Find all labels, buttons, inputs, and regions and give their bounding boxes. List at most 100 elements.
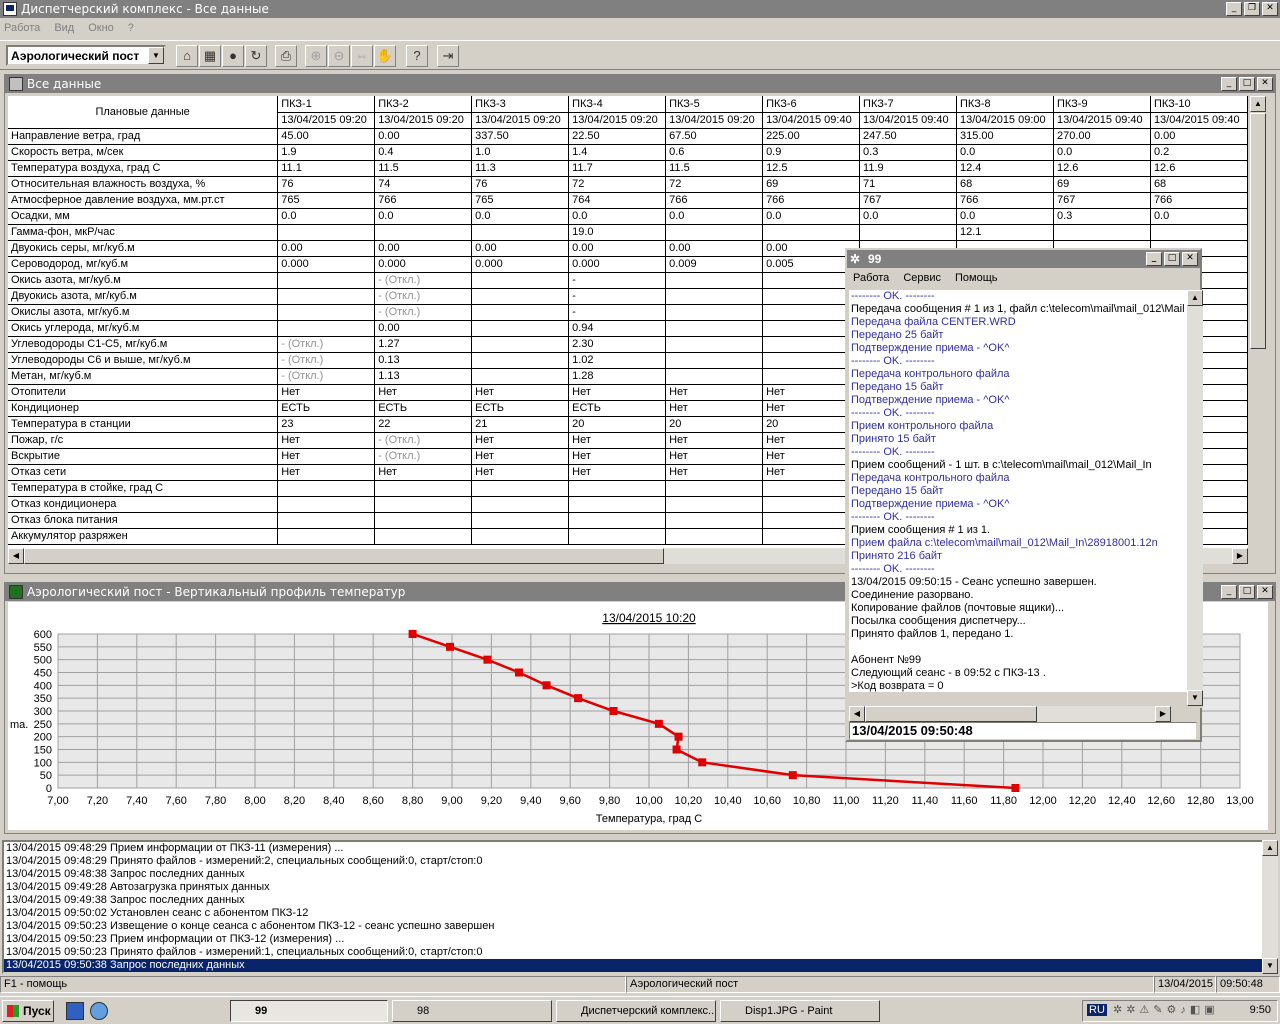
scroll-up-icon[interactable]: ▲ bbox=[1250, 96, 1266, 112]
comm-menu-service[interactable]: Сервис bbox=[903, 272, 941, 284]
scroll-thumb[interactable] bbox=[1250, 113, 1266, 349]
scroll-left-icon[interactable]: ◀ bbox=[849, 706, 865, 722]
scroll-down-icon[interactable]: ▼ bbox=[1262, 958, 1278, 974]
row-label: Отказ блока питания bbox=[8, 512, 279, 529]
table-cell bbox=[374, 512, 473, 529]
comm-log-line: Принято файлов 1, передано 1. bbox=[851, 628, 1014, 640]
desktop-icon[interactable] bbox=[66, 1002, 84, 1020]
table-cell: 0.00 bbox=[374, 128, 473, 145]
log-line[interactable]: 13/04/2015 09:49:28 Автозагрузка приняты… bbox=[4, 881, 1262, 894]
data-point bbox=[483, 655, 492, 664]
maximize-button[interactable]: □ bbox=[1239, 585, 1255, 599]
language-indicator[interactable]: RU bbox=[1087, 1004, 1107, 1016]
comm-vscrollbar[interactable]: ▲ ▼ bbox=[1187, 290, 1203, 708]
context-help-icon[interactable]: ? bbox=[406, 45, 428, 67]
comm-menu-help[interactable]: Помощь bbox=[955, 272, 998, 284]
zoom-in-icon[interactable]: ⊕ bbox=[305, 45, 327, 67]
close-button[interactable]: ✕ bbox=[1182, 252, 1198, 266]
comm-log-line: -------- OK. -------- bbox=[851, 511, 935, 523]
table-cell: 0.000 bbox=[471, 256, 570, 273]
log-line[interactable]: 13/04/2015 09:48:29 Прием информации от … bbox=[4, 842, 1262, 855]
y-tick-label: 350 bbox=[34, 693, 52, 705]
log-line[interactable]: 13/04/2015 09:50:23 Прием информации от … bbox=[4, 933, 1262, 946]
comm-log[interactable]: -------- OK. -------- Передача сообщения … bbox=[849, 290, 1187, 692]
x-tick-label: 10,20 bbox=[675, 795, 703, 807]
status-time: 09:50:48 bbox=[1216, 976, 1280, 993]
table-cell: 12.6 bbox=[1150, 160, 1248, 177]
exit-icon[interactable]: ⇥ bbox=[437, 45, 459, 67]
x-tick-label: 8,40 bbox=[323, 795, 344, 807]
print-icon[interactable]: ⎙ bbox=[275, 45, 297, 67]
log-vscrollbar[interactable]: ▲ ▼ bbox=[1262, 840, 1278, 974]
log-line[interactable]: 13/04/2015 09:48:38 Запрос последних дан… bbox=[4, 868, 1262, 881]
minimize-button[interactable]: _ bbox=[1146, 252, 1162, 266]
task-99[interactable]: 99 bbox=[230, 1000, 388, 1022]
pan-horizontal-icon[interactable]: ⇔ bbox=[351, 45, 373, 67]
scroll-thumb[interactable] bbox=[865, 706, 1037, 722]
table-cell: 764 bbox=[568, 192, 667, 209]
status-post: Аэрологический пост bbox=[626, 976, 1154, 993]
start-button[interactable]: Пуск bbox=[2, 1000, 54, 1022]
column-header-time: 13/04/2015 09:40 bbox=[859, 112, 957, 129]
table-cell: - (Откл.) bbox=[374, 432, 473, 449]
scroll-right-icon[interactable]: ▶ bbox=[1232, 548, 1248, 564]
log-line[interactable]: 13/04/2015 09:48:29 Принято файлов - изм… bbox=[4, 855, 1262, 868]
task-98[interactable]: 98 bbox=[392, 1000, 552, 1022]
log-line[interactable]: 13/04/2015 09:50:02 Установлен сеанс с а… bbox=[4, 907, 1262, 920]
data-vscrollbar[interactable]: ▲ bbox=[1250, 96, 1266, 548]
menu-work[interactable]: Работа bbox=[4, 22, 40, 34]
comm-menu-work[interactable]: Работа bbox=[853, 272, 889, 284]
table-icon[interactable]: ▦ bbox=[199, 45, 221, 67]
table-cell: 0.00 bbox=[1150, 128, 1248, 145]
scroll-up-icon[interactable]: ▲ bbox=[1262, 840, 1278, 856]
maximize-button[interactable]: □ bbox=[1239, 77, 1255, 91]
minimize-button[interactable]: _ bbox=[1221, 585, 1237, 599]
maximize-button[interactable]: □ bbox=[1164, 252, 1180, 266]
hand-icon[interactable]: ✋ bbox=[374, 45, 396, 67]
station-icon[interactable]: ⌂ bbox=[176, 45, 198, 67]
task-paint[interactable]: Disp1.JPG - Paint bbox=[720, 1000, 880, 1022]
event-log[interactable]: 13/04/2015 09:48:29 Прием информации от … bbox=[2, 840, 1264, 974]
table-cell: 0.00 bbox=[277, 240, 376, 257]
menu-window[interactable]: Окно bbox=[88, 22, 114, 34]
comm-hscrollbar[interactable]: ◀ ▶ bbox=[849, 706, 1171, 722]
status-help: F1 - помощь bbox=[0, 976, 626, 993]
menu-view[interactable]: Вид bbox=[54, 22, 74, 34]
log-line[interactable]: 13/04/2015 09:50:38 Запрос последних дан… bbox=[4, 959, 1262, 972]
comm-log-line: Принято 15 байт bbox=[851, 433, 936, 445]
log-line[interactable]: 13/04/2015 09:49:38 Запрос последних дан… bbox=[4, 894, 1262, 907]
x-tick-label: 11,00 bbox=[833, 795, 860, 807]
record-icon[interactable]: ● bbox=[222, 45, 244, 67]
table-row: Температура воздуха, град С 11.1 11.5 11.3 1… bbox=[8, 160, 1248, 177]
table-cell: 76 bbox=[471, 176, 570, 193]
table-cell bbox=[471, 480, 570, 497]
close-button[interactable]: ✕ bbox=[1257, 77, 1273, 91]
log-line[interactable]: 13/04/2015 09:50:23 Извещение о конце се… bbox=[4, 920, 1262, 933]
scroll-right-icon[interactable]: ▶ bbox=[1155, 706, 1171, 722]
x-tick-label: 11,40 bbox=[911, 795, 938, 807]
comm-log-line: Подтверждение приема - ^OK^ bbox=[851, 342, 1010, 354]
close-button[interactable]: ✕ bbox=[1257, 585, 1273, 599]
minimize-button[interactable]: _ bbox=[1226, 2, 1242, 16]
minimize-button[interactable]: _ bbox=[1221, 77, 1237, 91]
browser-icon[interactable] bbox=[90, 1002, 108, 1020]
clock: 9:50 bbox=[1249, 1004, 1271, 1016]
table-cell: 0.0 bbox=[665, 208, 764, 225]
scroll-up-icon[interactable]: ▲ bbox=[1187, 290, 1203, 306]
menu-help[interactable]: ? bbox=[128, 22, 134, 34]
log-line[interactable]: 13/04/2015 09:50:23 Принято файлов - изм… bbox=[4, 946, 1262, 959]
scroll-thumb[interactable] bbox=[24, 548, 664, 564]
table-cell: Нет bbox=[568, 448, 667, 465]
restore-button[interactable]: ❐ bbox=[1244, 2, 1260, 16]
refresh-icon[interactable]: ↻ bbox=[245, 45, 267, 67]
post-select[interactable]: Аэрологический пост ▼ bbox=[6, 45, 166, 66]
scroll-left-icon[interactable]: ◀ bbox=[8, 548, 24, 564]
task-dispatcher[interactable]: Диспетчерский комплекс... bbox=[556, 1000, 716, 1022]
x-tick-label: 9,80 bbox=[599, 795, 620, 807]
tray-icons[interactable]: ✲✲⚠✎⚙♪◧▣ bbox=[1113, 1003, 1219, 1016]
scroll-down-icon[interactable]: ▼ bbox=[1187, 690, 1203, 706]
zoom-out-icon[interactable]: ⊖ bbox=[328, 45, 350, 67]
chevron-down-icon[interactable]: ▼ bbox=[148, 47, 164, 64]
close-button[interactable]: ✕ bbox=[1262, 2, 1278, 16]
table-cell bbox=[277, 480, 376, 497]
